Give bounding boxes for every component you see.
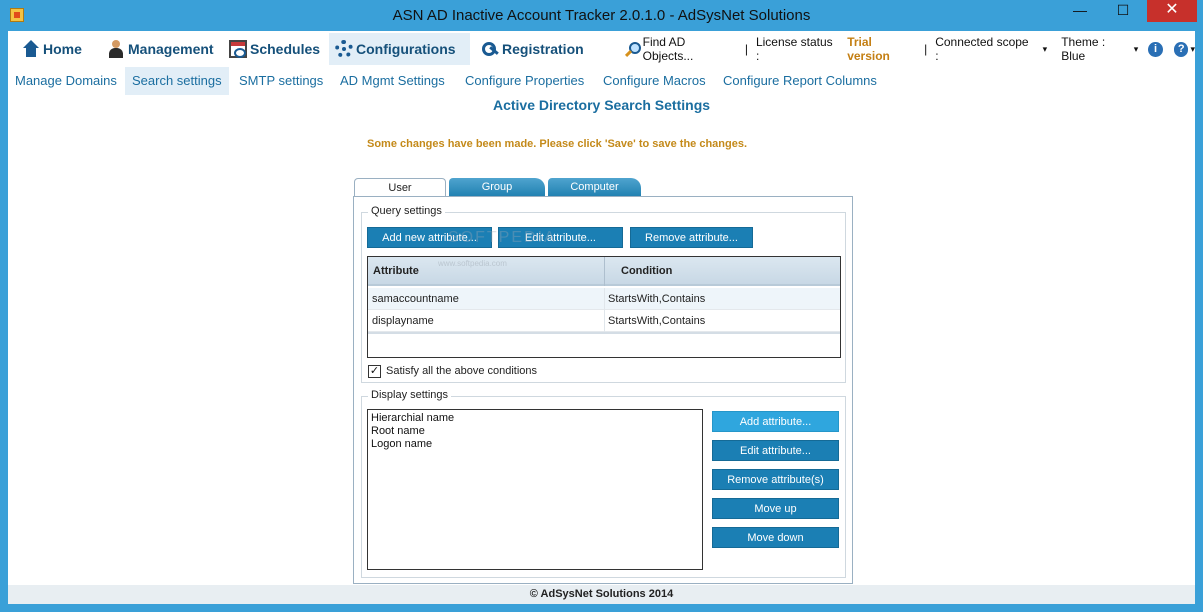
query-attributes-grid: Attribute Condition samaccountname Start… [367,256,841,358]
client-area: Home Management Schedules Configurations… [8,31,1195,604]
subnav-ad-mgmt-settings[interactable]: AD Mgmt Settings [333,67,452,95]
column-divider [604,288,605,310]
query-settings-legend: Query settings [368,205,445,217]
user-tab-panel: Query settings Add new attribute... Edit… [353,196,853,584]
gear-icon [335,40,353,58]
help-dropdown-icon[interactable]: ▾ [1190,44,1195,55]
tab-group[interactable]: Group [449,178,545,197]
column-divider [604,257,605,286]
separator: | [924,42,928,56]
add-display-attribute-button[interactable]: Add attribute... [712,411,839,432]
menu-home[interactable]: Home [16,33,88,65]
menu-configurations-label: Configurations [356,41,456,57]
move-up-button[interactable]: Move up [712,498,839,519]
tab-user[interactable]: User [354,178,446,197]
scope-dropdown-icon[interactable]: ▾ [1043,44,1048,55]
home-icon [22,40,40,58]
satisfy-all-checkbox[interactable]: ✓ [368,365,381,378]
subnav-configure-macros[interactable]: Configure Macros [596,67,713,95]
minimize-button[interactable]: — [1060,0,1100,22]
column-divider [604,310,605,332]
find-ad-objects-link[interactable]: Find AD Objects... [643,35,737,63]
move-down-button[interactable]: Move down [712,527,839,548]
license-status-label: License status : [755,35,833,63]
list-item[interactable]: Logon name [371,438,699,451]
menu-registration[interactable]: Registration [475,33,590,65]
unsaved-changes-notice: Some changes have been made. Please clic… [367,138,748,150]
tab-computer[interactable]: Computer [548,178,641,197]
condition-cell: StartsWith,Contains [608,315,706,327]
menu-schedules-label: Schedules [250,41,321,57]
menu-configurations[interactable]: Configurations [329,33,470,65]
remove-attribute-button[interactable]: Remove attribute... [630,227,753,248]
softpedia-watermark: SOFTPEDIA [448,229,557,246]
column-header-condition[interactable]: Condition [621,257,672,286]
connected-scope-label[interactable]: Connected scope : [935,35,1032,63]
menu-management[interactable]: Management [101,33,220,65]
table-row[interactable]: displayname StartsWith,Contains [368,310,840,332]
config-subnav: Manage Domains Search settings SMTP sett… [8,67,1195,95]
calendar-icon [229,40,247,58]
attribute-cell: displayname [372,315,434,327]
display-attributes-list[interactable]: Hierarchial name Root name Logon name [367,409,703,570]
find-icon [625,42,641,56]
edit-display-attribute-button[interactable]: Edit attribute... [712,440,839,461]
license-status-value[interactable]: Trial version [847,35,916,63]
attribute-cell: samaccountname [372,293,459,305]
menu-home-label: Home [43,41,82,57]
app-window: ASN AD Inactive Account Tracker 2.0.1.0 … [0,0,1203,612]
menu-management-label: Management [128,41,214,57]
display-settings-group: Display settings Hierarchial name Root n… [361,389,846,578]
table-row[interactable]: samaccountname StartsWith,Contains [368,288,840,310]
main-menubar: Home Management Schedules Configurations… [8,31,1195,65]
column-header-attribute[interactable]: Attribute [373,257,419,286]
theme-selector[interactable]: Theme : Blue [1061,35,1131,63]
info-icon[interactable]: i [1148,41,1163,57]
footer-copyright: © AdSysNet Solutions 2014 [8,585,1195,604]
list-item[interactable]: Root name [371,425,699,438]
toolbar-right: Find AD Objects... | License status : Tr… [625,33,1195,65]
subnav-manage-domains[interactable]: Manage Domains [8,67,124,95]
satisfy-all-label[interactable]: Satisfy all the above conditions [386,365,537,377]
remove-display-attributes-button[interactable]: Remove attribute(s) [712,469,839,490]
separator: | [744,42,748,56]
softpedia-watermark-url: www.softpedia.com [438,259,507,268]
condition-cell: StartsWith,Contains [608,293,706,305]
theme-dropdown-icon[interactable]: ▾ [1134,44,1139,55]
help-icon[interactable]: ? [1173,41,1189,57]
query-settings-group: Query settings Add new attribute... Edit… [361,205,846,383]
menu-schedules[interactable]: Schedules [223,33,326,65]
key-icon [481,40,499,58]
menu-registration-label: Registration [502,41,584,57]
grid-divider [368,332,840,334]
close-button[interactable]: ✕ [1147,0,1197,22]
title-bar[interactable]: ASN AD Inactive Account Tracker 2.0.1.0 … [0,0,1203,31]
page-title: Active Directory Search Settings [492,97,711,113]
user-icon [107,40,125,58]
maximize-button[interactable]: ☐ [1103,0,1143,22]
window-title: ASN AD Inactive Account Tracker 2.0.1.0 … [392,7,811,24]
subnav-smtp-settings[interactable]: SMTP settings [232,67,330,95]
list-item[interactable]: Hierarchial name [371,412,699,425]
subnav-configure-properties[interactable]: Configure Properties [458,67,591,95]
subnav-search-settings[interactable]: Search settings [125,67,229,95]
subnav-configure-report-columns[interactable]: Configure Report Columns [716,67,884,95]
display-settings-legend: Display settings [368,389,452,401]
